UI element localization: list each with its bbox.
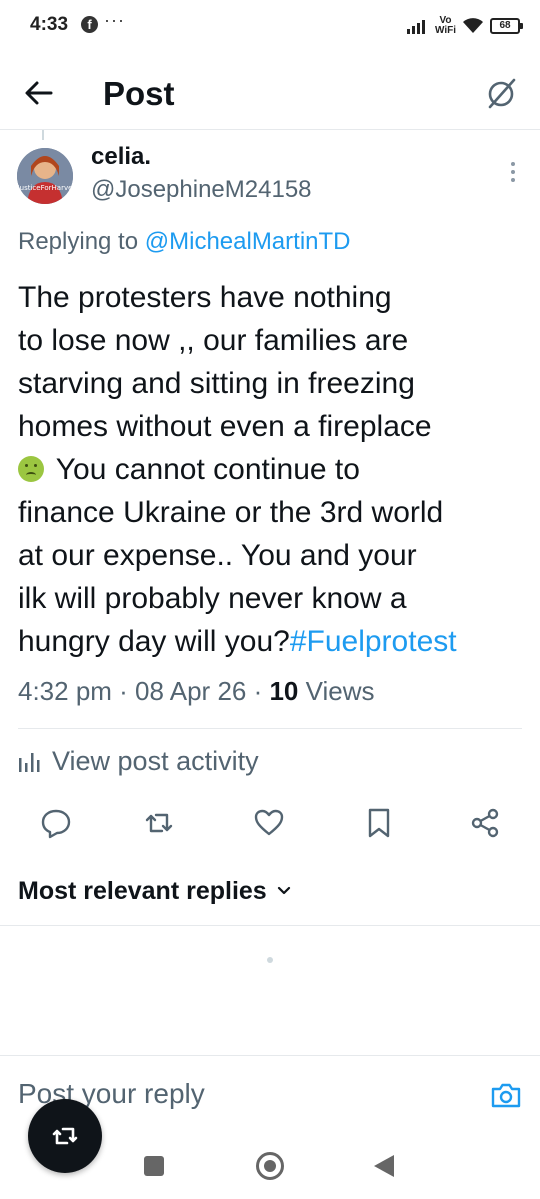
replying-to: Replying to @MichealMartinTD (18, 228, 350, 256)
post-timestamp: 4:32 pm · 08 Apr 26 · (18, 676, 270, 706)
camera-icon[interactable] (490, 1080, 522, 1110)
system-back-icon[interactable] (374, 1155, 394, 1177)
hashtag-link[interactable]: #Fuelprotest (290, 625, 457, 658)
post-text-line: starving and sitting in freezing (18, 367, 415, 400)
author-avatar[interactable]: JusticeForHarve (17, 148, 73, 204)
post-text-line: hungry day will you? (18, 625, 290, 658)
top-app-bar: Post (0, 56, 540, 130)
like-heart-icon[interactable] (253, 806, 285, 840)
author-handle[interactable]: @JosephineM24158 (91, 176, 312, 204)
chevron-down-icon (277, 886, 290, 895)
post-text-line: at our expense.. You and your (18, 539, 417, 572)
page-title: Post (103, 75, 175, 112)
post-text-line: ilk will probably never know a (18, 582, 407, 615)
status-indicators: Vo WiFi 68 (406, 14, 523, 38)
status-time: 4:33 (30, 14, 69, 35)
post-text-line-with-emoji: You cannot continue to (18, 448, 528, 491)
post-text-line: finance Ukraine or the 3rd world (18, 496, 444, 529)
system-navigation-bar (0, 1139, 540, 1199)
thread-connector-line (42, 130, 44, 140)
avatar-image (17, 148, 73, 204)
post-text-line-with-hashtag: hungry day will you?#Fuelprotest (18, 620, 528, 663)
views-count: 10 (269, 676, 299, 706)
divider (18, 728, 522, 729)
share-icon[interactable] (469, 806, 501, 840)
view-post-activity-button[interactable]: View post activity (18, 744, 259, 778)
signal-icon (406, 20, 425, 34)
battery-indicator: 68 (490, 18, 523, 34)
repost-icon[interactable] (143, 806, 175, 840)
nauseated-face-emoji-icon (18, 456, 44, 482)
divider (0, 925, 540, 926)
home-icon[interactable] (256, 1152, 284, 1180)
post-meta: 4:32 pm · 08 Apr 26 · 10 Views (18, 676, 375, 707)
reply-sort-dropdown[interactable]: Most relevant replies (18, 874, 291, 908)
reply-icon[interactable] (40, 806, 72, 840)
status-bar: 4:33 f ··· Vo WiFi 68 (0, 0, 540, 54)
facebook-notification-icon: f (81, 16, 98, 33)
wifi-icon (463, 18, 483, 33)
reply-sort-label: Most relevant replies (18, 876, 267, 905)
more-notifications-icon: ··· (104, 10, 125, 30)
views-label: Views (298, 676, 375, 706)
replying-prefix: Replying to (18, 228, 145, 255)
view-post-activity-label: View post activity (52, 745, 259, 776)
back-arrow-icon[interactable] (22, 76, 56, 110)
more-options-icon[interactable] (508, 160, 518, 184)
post-text-line: to lose now ,, our families are (18, 324, 409, 357)
replying-mention-link[interactable]: @MichealMartinTD (145, 228, 351, 255)
grok-icon[interactable] (486, 76, 518, 110)
analytics-icon (19, 753, 40, 772)
loading-indicator (267, 957, 273, 963)
vowifi-indicator: Vo WiFi (435, 16, 456, 36)
author-name[interactable]: celia. (91, 143, 151, 171)
post-text-line: homes without even a fireplace (18, 410, 432, 443)
bookmark-icon[interactable] (363, 806, 395, 840)
recent-apps-icon[interactable] (144, 1156, 164, 1176)
post-text-line: You cannot continue to (48, 453, 360, 486)
post-actions-bar (0, 806, 540, 846)
vowifi-bottom: WiFi (434, 25, 456, 36)
post-text-line: The protesters have nothing (18, 281, 392, 314)
avatar-caption: JusticeForHarve (17, 184, 73, 192)
post-text: The protesters have nothing to lose now … (18, 276, 528, 663)
